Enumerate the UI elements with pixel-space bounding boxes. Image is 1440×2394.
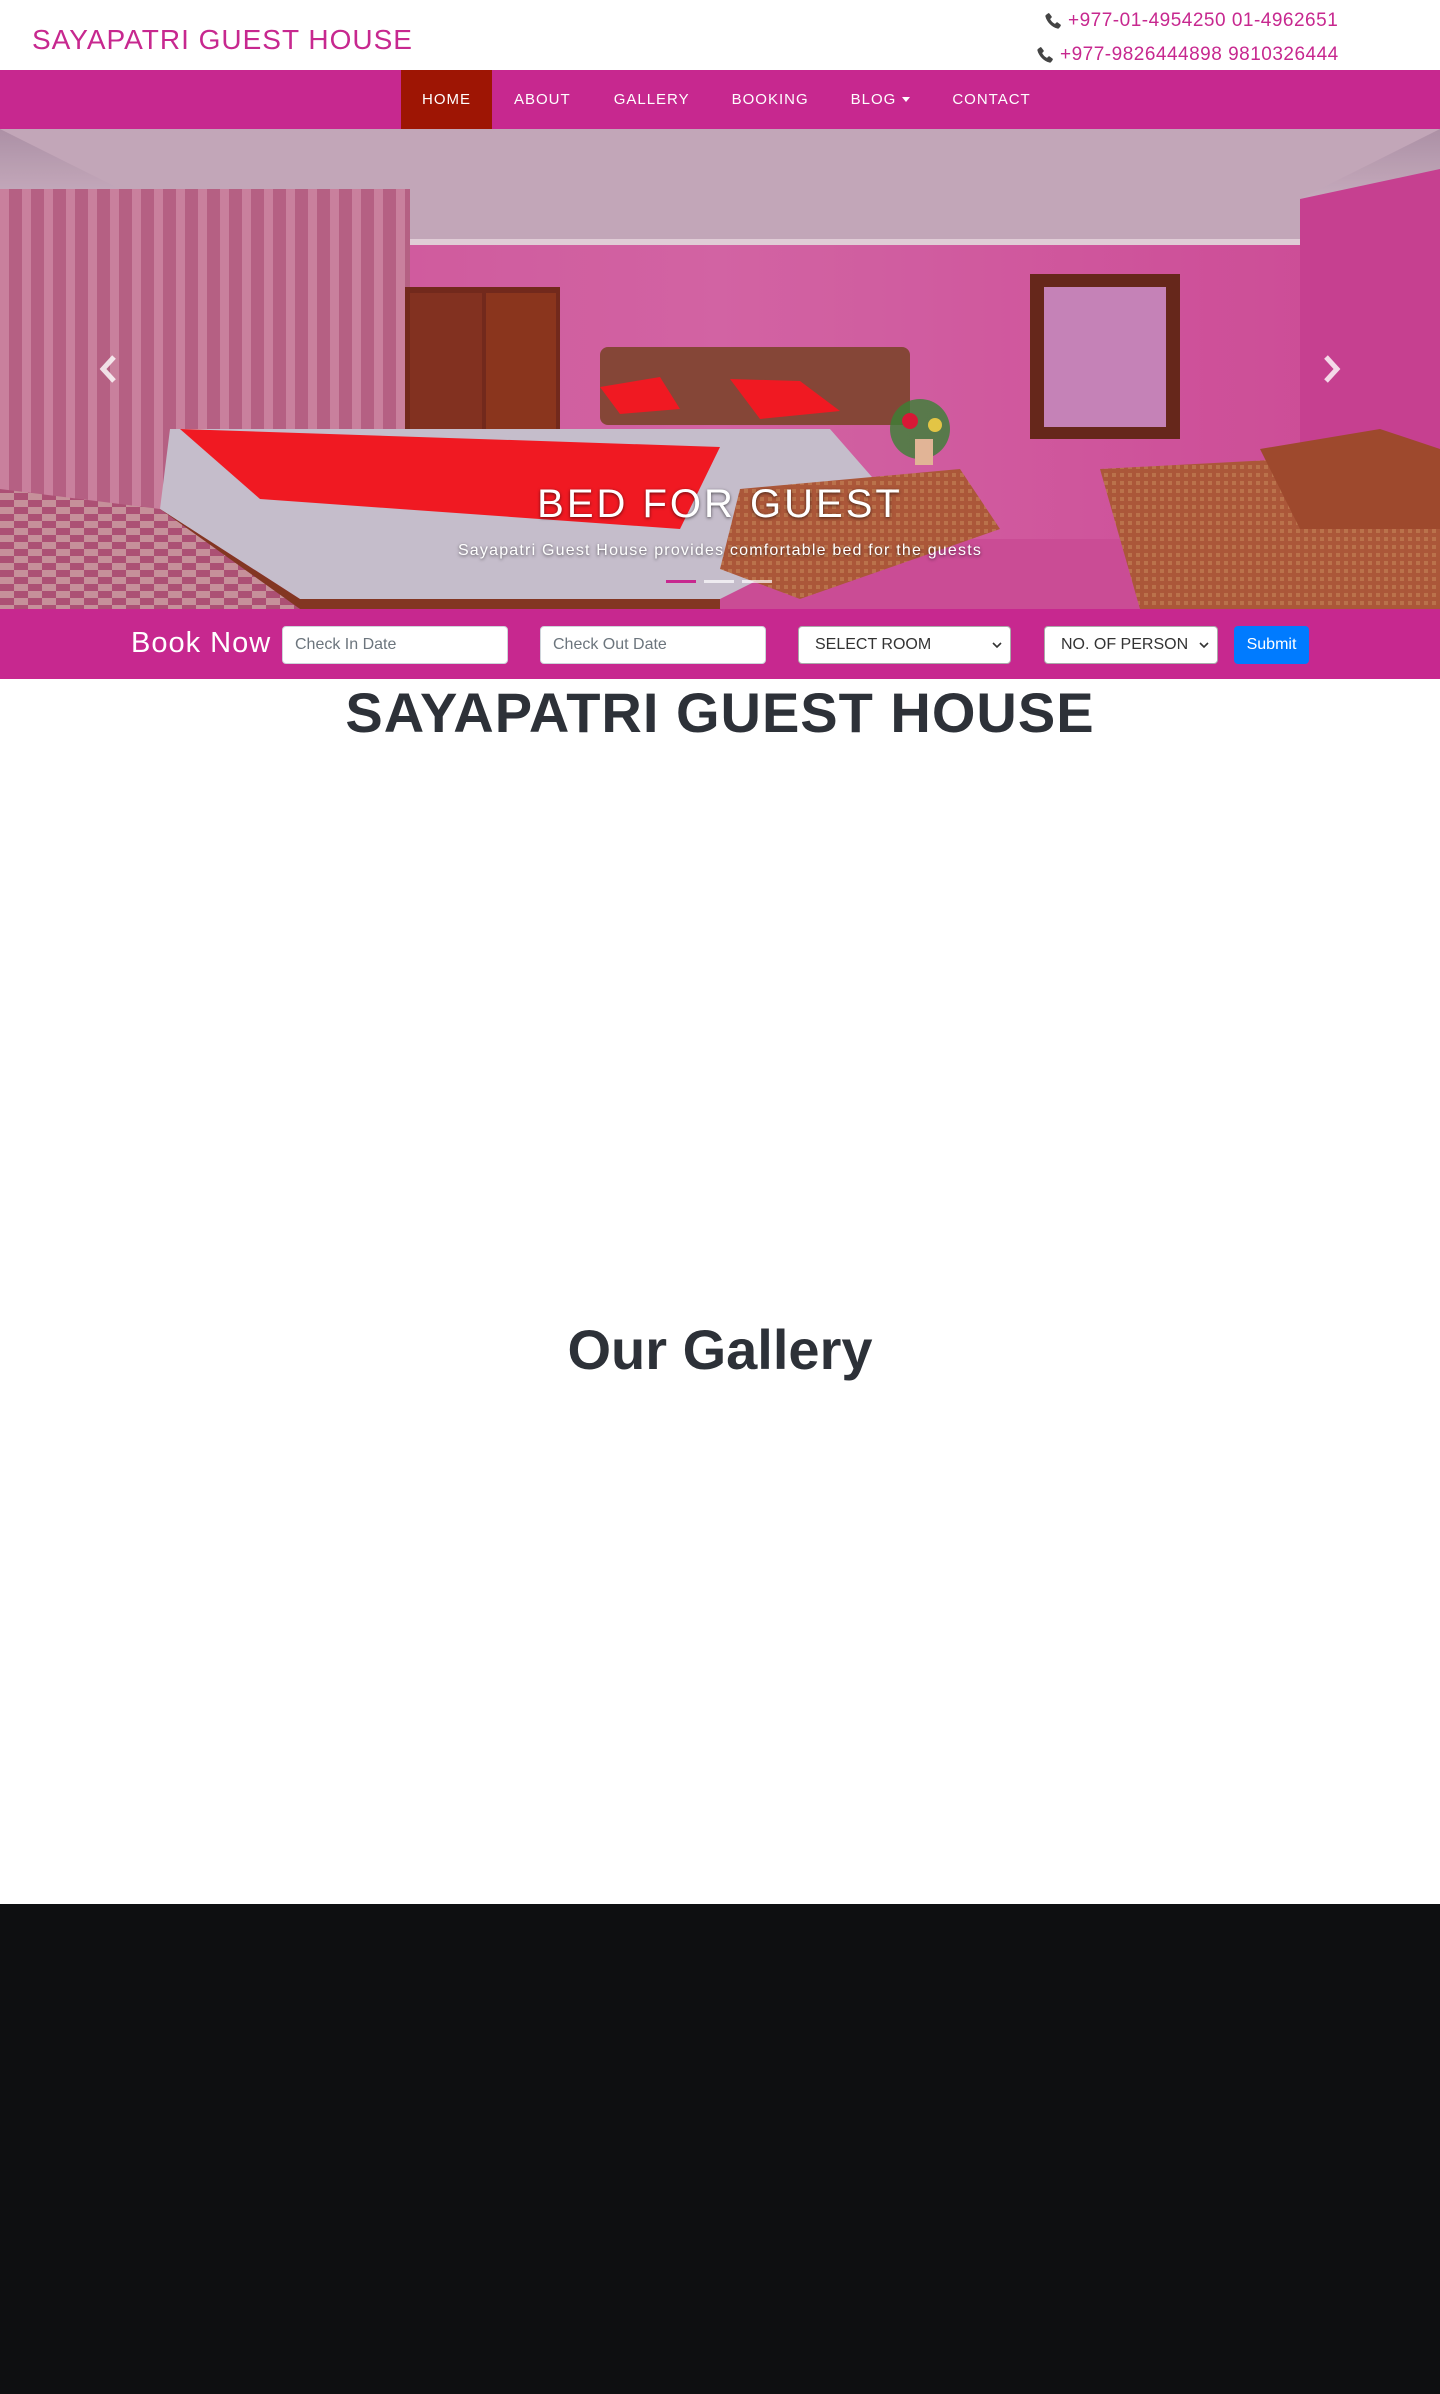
chevron-left-icon <box>99 355 116 383</box>
phone-number-1: +977-01-4954250 01-4962651 <box>1068 10 1339 31</box>
person-select-value: NO. OF PERSON <box>1061 636 1189 653</box>
booking-title: Book Now <box>131 627 272 659</box>
person-select[interactable]: NO. OF PERSON <box>1044 626 1218 664</box>
nav-item-gallery[interactable]: GALLERY <box>593 70 711 129</box>
contact-phones: +977-01-4954250 01-4962651 +977-98264448… <box>1036 4 1356 72</box>
nav-label: HOME <box>422 91 471 108</box>
carousel-indicator-2[interactable] <box>704 580 734 583</box>
carousel-next-button[interactable] <box>1316 351 1346 387</box>
carousel-indicator-1[interactable] <box>666 580 696 583</box>
phone-row-1[interactable]: +977-01-4954250 01-4962651 <box>1036 4 1356 38</box>
hero-caption-title: BED FOR GUEST <box>537 482 903 526</box>
nav-label: ABOUT <box>514 91 571 108</box>
room-select[interactable]: SELECT ROOM <box>798 626 1011 664</box>
nav-label: BLOG <box>850 91 897 108</box>
hero-carousel: BED FOR GUEST Sayapatri Guest House prov… <box>0 129 1440 609</box>
carousel-prev-button[interactable] <box>94 351 124 387</box>
submit-button[interactable]: Submit <box>1234 626 1309 664</box>
phone-number-2: +977-9826444898 9810326444 <box>1060 44 1339 65</box>
chevron-down-icon <box>992 642 1002 649</box>
booking-bar: Book Now SELECT ROOM NO. OF PERSON Submi… <box>0 609 1440 679</box>
carousel-indicators <box>666 580 780 583</box>
check-in-date-input[interactable] <box>282 626 508 664</box>
nav-label: BOOKING <box>731 91 809 108</box>
nav-item-about[interactable]: ABOUT <box>492 70 593 129</box>
carousel-indicator-3[interactable] <box>742 580 772 583</box>
room-select-value: SELECT ROOM <box>815 636 932 653</box>
phone-icon <box>1036 46 1054 64</box>
gallery-title: Our Gallery <box>567 1318 873 1381</box>
nav-list: HOME ABOUT GALLERY BOOKING BLOG CONTACT <box>401 70 1052 129</box>
nav-label: GALLERY <box>613 91 690 108</box>
dropdown-caret-icon <box>902 97 911 102</box>
nav-item-booking[interactable]: BOOKING <box>711 70 830 129</box>
nav-item-contact[interactable]: CONTACT <box>931 70 1051 129</box>
site-header: SAYAPATRI GUEST HOUSE +977-01-4954250 01… <box>0 0 1440 70</box>
page-title: SAYAPATRI GUEST HOUSE <box>345 681 1095 744</box>
hero-slide-image <box>0 129 1440 609</box>
check-out-date-input[interactable] <box>540 626 766 664</box>
site-footer <box>0 1904 1440 2394</box>
nav-label: CONTACT <box>952 91 1031 108</box>
chevron-down-icon <box>1199 642 1209 649</box>
nav-item-home[interactable]: HOME <box>401 70 492 129</box>
brand-logo-text[interactable]: SAYAPATRI GUEST HOUSE <box>32 24 413 56</box>
nav-item-blog[interactable]: BLOG <box>830 70 932 129</box>
chevron-right-icon <box>1324 355 1341 383</box>
hero-caption-text: Sayapatri Guest House provides comfortab… <box>457 542 983 559</box>
phone-row-2[interactable]: +977-9826444898 9810326444 <box>1036 38 1356 72</box>
phone-icon <box>1044 12 1062 30</box>
main-navbar: HOME ABOUT GALLERY BOOKING BLOG CONTACT <box>0 70 1440 129</box>
